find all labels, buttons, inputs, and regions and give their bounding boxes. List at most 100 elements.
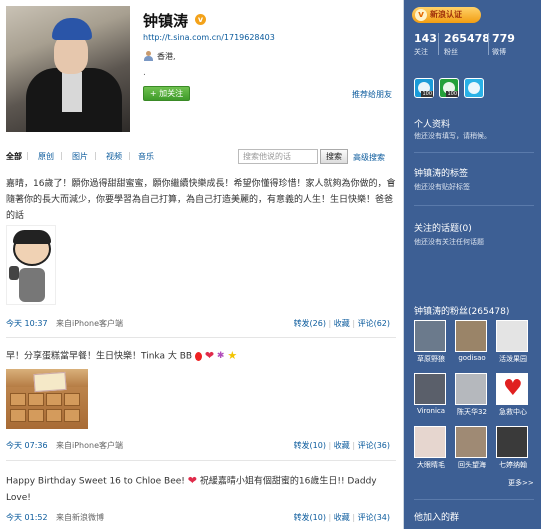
stat-number: 265478 bbox=[444, 32, 490, 45]
fan-name[interactable]: 大眼睛毛 bbox=[414, 460, 448, 470]
search-button[interactable]: 搜索 bbox=[320, 149, 348, 164]
medal-tag: 100 bbox=[421, 91, 433, 97]
post-text-row: 早！分享蛋糕當早餐！生日快樂！Tinka 大 BB ❤ ✱ ★ bbox=[6, 348, 396, 365]
medal-icon[interactable] bbox=[464, 78, 484, 98]
personal-info-title: 个人资料 bbox=[414, 120, 451, 130]
star-icon: ★ bbox=[227, 349, 238, 362]
advanced-search-link[interactable]: 高级搜索 bbox=[353, 152, 385, 163]
divider bbox=[438, 33, 439, 55]
comment-link[interactable]: 评论(34) bbox=[358, 513, 390, 522]
divider bbox=[414, 205, 534, 206]
main-column: 钟镇涛 v http://t.sina.com.cn/1719628403 香港… bbox=[0, 0, 404, 529]
follow-button[interactable]: + 加关注 bbox=[143, 86, 190, 101]
tab-original[interactable]: 原创 bbox=[38, 151, 54, 162]
verified-icon: v bbox=[415, 9, 427, 21]
post-image-cake[interactable] bbox=[6, 369, 88, 429]
stat-posts[interactable]: 779 微博 bbox=[492, 32, 515, 57]
post-time-link[interactable]: 今天 07:36 bbox=[6, 440, 48, 451]
fan-item[interactable]: 陈天华32 bbox=[455, 373, 489, 417]
post-text-row: Happy Birthday Sweet 16 to Chloe Bee! ❤ … bbox=[6, 473, 396, 506]
balloon-icon bbox=[194, 351, 202, 361]
fan-name[interactable]: 七婷纳翰 bbox=[496, 460, 530, 470]
divider bbox=[414, 499, 534, 500]
fan-name[interactable]: 急救中心 bbox=[496, 407, 530, 417]
fan-item[interactable]: 七婷纳翰 bbox=[496, 426, 530, 470]
post-image-cartoon[interactable] bbox=[6, 225, 56, 305]
post-source[interactable]: 来自iPhone客户端 bbox=[56, 440, 123, 451]
divider bbox=[488, 33, 489, 55]
divider bbox=[414, 152, 534, 153]
fans-title[interactable]: 钟镇涛的粉丝(265478) bbox=[414, 304, 509, 317]
fan-name[interactable]: 草原野狼 bbox=[414, 354, 448, 364]
post-source[interactable]: 来自新浪微博 bbox=[56, 512, 104, 523]
groups-title: 他加入的群 bbox=[414, 513, 460, 523]
stat-label: 粉丝 bbox=[444, 48, 458, 56]
sidebar: v 新浪认证 143 关注 265478 粉丝 779 微博 100 100 个… bbox=[404, 0, 541, 529]
post-meta: 今天 07:36 来自iPhone客户端 转发(10) | 收藏 | 评论(36… bbox=[6, 440, 390, 451]
fan-item[interactable]: 草原野狼 bbox=[414, 320, 448, 364]
fan-item[interactable]: godisao bbox=[455, 320, 489, 362]
post-time-link[interactable]: 今天 10:37 bbox=[6, 318, 48, 329]
comment-link[interactable]: 评论(36) bbox=[358, 441, 390, 450]
tab-all[interactable]: 全部 bbox=[6, 151, 22, 162]
search-input[interactable]: 搜索他说的话 bbox=[238, 149, 318, 164]
fan-item[interactable]: 活泼果园 bbox=[496, 320, 530, 364]
heart-icon: ❤ bbox=[204, 349, 215, 362]
personal-info-text: 他还没有填写，请稍候。 bbox=[414, 132, 491, 140]
tab-pictures[interactable]: 图片 bbox=[72, 151, 88, 162]
medal-icon[interactable]: 100 bbox=[414, 78, 434, 98]
post-source[interactable]: 来自iPhone客户端 bbox=[56, 318, 123, 329]
bio-text: . bbox=[143, 68, 146, 78]
heart-icon: ❤ bbox=[187, 474, 198, 487]
topics-text: 他还没有关注任何话题 bbox=[414, 238, 484, 246]
fan-name[interactable]: 回头望海 bbox=[455, 460, 489, 470]
post-text: Happy Birthday Sweet 16 to Chloe Bee! bbox=[6, 476, 185, 487]
fan-item[interactable]: ♥ 急救中心 bbox=[496, 373, 530, 417]
stat-label: 关注 bbox=[414, 48, 428, 56]
fan-name[interactable]: godisao bbox=[455, 354, 489, 362]
repost-link[interactable]: 转发(26) bbox=[294, 319, 326, 328]
tags-text: 他还没有贴好标签 bbox=[414, 183, 470, 191]
fan-item[interactable]: Vironica bbox=[414, 373, 448, 415]
fan-item[interactable]: 回头望海 bbox=[455, 426, 489, 470]
repost-link[interactable]: 转发(10) bbox=[294, 513, 326, 522]
stat-number: 779 bbox=[492, 32, 515, 45]
fan-name[interactable]: 活泼果园 bbox=[496, 354, 530, 364]
stat-fans[interactable]: 265478 粉丝 bbox=[444, 32, 490, 57]
profile-url-link[interactable]: http://t.sina.com.cn/1719628403 bbox=[143, 33, 275, 42]
post-text: 嘉晴，16歲了！願你過得甜甜蜜蜜，願你繼續快樂成長！希望你懂得珍惜！家人就夠為你… bbox=[6, 179, 396, 221]
divider bbox=[6, 337, 396, 338]
user-name: 钟镇涛 bbox=[143, 12, 189, 30]
post-time-link[interactable]: 今天 01:52 bbox=[6, 512, 48, 523]
location-text: 香港, bbox=[157, 52, 176, 61]
party-icon: ✱ bbox=[216, 351, 225, 361]
stat-following[interactable]: 143 关注 bbox=[414, 32, 437, 57]
repost-link[interactable]: 转发(10) bbox=[294, 441, 326, 450]
verified-badge[interactable]: v 新浪认证 bbox=[412, 7, 481, 23]
comment-link[interactable]: 评论(62) bbox=[358, 319, 390, 328]
favorite-link[interactable]: 收藏 bbox=[334, 319, 350, 328]
fan-item[interactable]: 大眼睛毛 bbox=[414, 426, 448, 470]
recommend-link[interactable]: 推荐给朋友 bbox=[352, 89, 392, 100]
post-meta: 今天 10:37 来自iPhone客户端 转发(26) | 收藏 | 评论(62… bbox=[6, 318, 390, 329]
favorite-link[interactable]: 收藏 bbox=[334, 441, 350, 450]
tab-video[interactable]: 视频 bbox=[106, 151, 122, 162]
more-fans-link[interactable]: 更多>> bbox=[508, 478, 534, 488]
topics-title: 关注的话题(0) bbox=[414, 224, 472, 234]
divider bbox=[6, 460, 396, 461]
tags-title: 钟镇涛的标签 bbox=[414, 169, 469, 179]
stat-number: 143 bbox=[414, 32, 437, 45]
avatar[interactable] bbox=[6, 6, 130, 132]
fan-name[interactable]: 陈天华32 bbox=[455, 407, 489, 417]
medal-tag: 100 bbox=[446, 91, 458, 97]
profile-header: 钟镇涛 v http://t.sina.com.cn/1719628403 香港… bbox=[0, 0, 404, 140]
verified-badge-label: 新浪认证 bbox=[430, 10, 462, 19]
medal-icon[interactable]: 100 bbox=[439, 78, 459, 98]
fan-name[interactable]: Vironica bbox=[414, 407, 448, 415]
tab-music[interactable]: 音乐 bbox=[138, 151, 154, 162]
favorite-link[interactable]: 收藏 bbox=[334, 513, 350, 522]
stat-label: 微博 bbox=[492, 48, 506, 56]
user-icon bbox=[143, 51, 153, 61]
verified-icon: v bbox=[195, 14, 206, 25]
post-text: 早！分享蛋糕當早餐！生日快樂！Tinka 大 BB bbox=[6, 351, 193, 362]
